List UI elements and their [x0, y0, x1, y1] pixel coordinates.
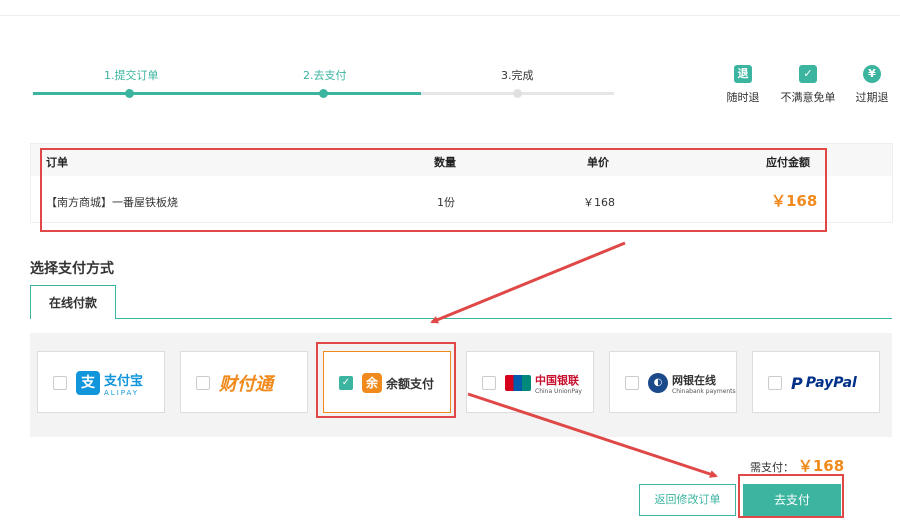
pay-option-alipay[interactable]: 支 支付宝 ALIPAY — [37, 351, 165, 413]
pay-option-unionpay[interactable]: 中国银联 China UnionPay — [466, 351, 594, 413]
expired-refund-icon: ¥ — [863, 65, 881, 83]
guarantee-refund-anytime: 退 随时退 — [713, 65, 773, 105]
chinabank-logo-icon: ◐ — [648, 373, 668, 393]
guarantee-label: 过期退 — [855, 91, 889, 104]
paypal-logo: P PayPal — [791, 370, 857, 396]
pay-option-chinabank[interactable]: ◐ 网银在线 Chinabank payments — [609, 351, 737, 413]
tenpay-logo: 财付通 — [219, 370, 273, 396]
check-icon: ✓ — [799, 65, 817, 83]
paypal-logo-icon: P — [791, 373, 803, 393]
checkbox[interactable] — [53, 376, 67, 390]
guarantee-label: 随时退 — [726, 91, 760, 104]
payment-method-title: 选择支付方式 — [30, 261, 114, 277]
step-2-dot — [319, 89, 328, 98]
checkbox[interactable] — [768, 376, 782, 390]
tab-online-payment[interactable]: 在线付款 — [30, 285, 116, 319]
unionpay-name: 中国银联 — [535, 373, 579, 387]
step-1-label: 1.提交订单 — [104, 69, 159, 82]
pay-option-tenpay[interactable]: 财付通 — [180, 351, 308, 413]
pay-option-paypal[interactable]: P PayPal — [752, 351, 880, 413]
progress-line-done — [33, 92, 421, 95]
tab-underline — [30, 318, 892, 319]
alipay-logo: 支 支付宝 ALIPAY — [76, 370, 144, 397]
guarantee-expired-refund: ¥ 过期退 — [842, 65, 900, 105]
chinabank-name: 网银在线 — [672, 373, 716, 387]
need-pay-label: 需支付： — [750, 461, 794, 474]
guarantee-free-if-unsatisfied: ✓ 不满意免单 — [778, 65, 838, 105]
alipay-name: 支付宝 — [104, 373, 144, 389]
step-2-label: 2.去支付 — [303, 69, 347, 82]
need-pay-amount: ￥168 — [797, 457, 845, 475]
progress-steps: 1.提交订单 2.去支付 3.完成 — [0, 0, 640, 110]
tenpay-logo-icon: 财付通 — [219, 374, 273, 395]
paypal-name: PayPal — [805, 375, 857, 391]
unionpay-sub: China UnionPay — [535, 387, 582, 395]
step-3-label: 3.完成 — [501, 69, 534, 82]
alipay-sub: ALIPAY — [104, 388, 140, 397]
arrow-order-to-payment — [430, 241, 626, 324]
unionpay-logo: 中国银联 China UnionPay — [505, 370, 582, 396]
alipay-logo-icon: 支 — [76, 371, 100, 395]
checkbox[interactable] — [625, 376, 639, 390]
order-highlight-box — [40, 148, 827, 232]
chinabank-logo: ◐ 网银在线 Chinabank payments — [648, 370, 736, 396]
step-1-dot — [125, 89, 134, 98]
guarantee-label: 不满意免单 — [780, 91, 836, 104]
checkbox[interactable] — [196, 376, 210, 390]
pay-button-highlight-box — [738, 474, 844, 518]
need-pay-summary: 需支付： ￥168 — [750, 455, 844, 476]
checkbox[interactable] — [482, 376, 496, 390]
refund-anytime-icon: 退 — [734, 65, 752, 83]
unionpay-logo-icon — [505, 375, 531, 391]
back-to-edit-order-button[interactable]: 返回修改订单 — [639, 484, 736, 516]
step-3-dot — [513, 89, 522, 98]
balance-highlight-box — [316, 342, 456, 418]
chinabank-sub: Chinabank payments — [672, 387, 736, 395]
